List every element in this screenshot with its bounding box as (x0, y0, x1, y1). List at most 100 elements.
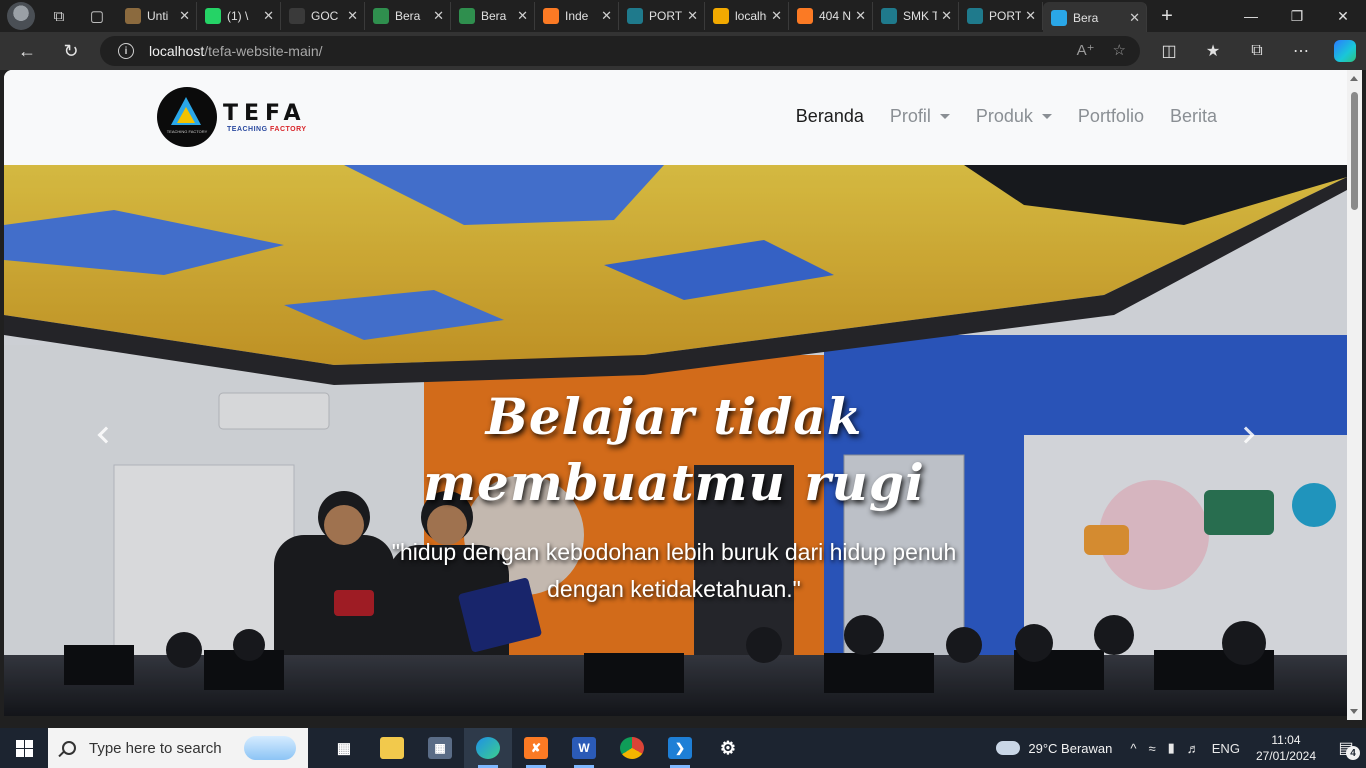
wifi-icon[interactable]: ≈ (1148, 741, 1155, 756)
settings-button[interactable]: ⚙ (704, 728, 752, 768)
url-host: localhost (149, 43, 205, 59)
tab-title: PORTFOL (989, 9, 1021, 23)
xampp-button[interactable]: ✘ (512, 728, 560, 768)
nav-produk-dropdown[interactable]: Produk (976, 106, 1052, 127)
back-button[interactable]: ← (10, 36, 44, 66)
favorite-star-icon[interactable]: ☆ (1113, 41, 1126, 59)
maximize-button[interactable]: ❐ (1274, 0, 1320, 32)
word-button[interactable]: W (560, 728, 608, 768)
profile-avatar[interactable] (7, 2, 35, 30)
browser-tab[interactable]: (1) \ ✕ (197, 2, 281, 30)
split-screen-icon[interactable]: ◫ (1152, 36, 1186, 66)
browser-tab[interactable]: PORTFOL ✕ (619, 2, 705, 30)
chevron-right-icon (1237, 426, 1255, 444)
language-indicator[interactable]: ENG (1212, 741, 1240, 756)
browser-tab[interactable]: Bera ✕ (1043, 2, 1147, 34)
minimize-button[interactable]: — (1228, 0, 1274, 32)
close-tab-icon[interactable]: ✕ (263, 8, 274, 24)
phpmyadmin-icon (713, 8, 729, 24)
close-tab-icon[interactable]: ✕ (179, 8, 190, 24)
volume-icon[interactable]: ♬ (1187, 741, 1200, 756)
window-controls: — ❐ ✕ (1228, 0, 1366, 32)
start-button[interactable] (0, 728, 48, 768)
nav-berita[interactable]: Berita (1170, 106, 1217, 127)
tefa-icon (1051, 10, 1067, 26)
vscode-button[interactable]: ❯ (656, 728, 704, 768)
clock[interactable]: 11:04 27/01/2024 (1256, 732, 1316, 764)
browser-tab[interactable]: 404 Not✕ (789, 2, 873, 30)
nav-portfolio[interactable]: Portfolio (1078, 106, 1144, 127)
close-tab-icon[interactable]: ✕ (855, 8, 866, 24)
close-tab-icon[interactable]: ✕ (941, 8, 952, 24)
folder-icon (380, 737, 404, 759)
xampp-icon: ✘ (524, 737, 548, 759)
nav-profil-dropdown[interactable]: Profil (890, 106, 950, 127)
close-tab-icon[interactable]: ✕ (601, 8, 612, 24)
close-tab-icon[interactable]: ✕ (347, 8, 358, 24)
tab-title: SMK TRI (903, 9, 937, 23)
browser-tab[interactable]: Bera ✕ (451, 2, 535, 30)
scrollbar-thumb[interactable] (1351, 92, 1358, 210)
hero-caption: Belajar tidak membuatmu rugi "hidup deng… (344, 384, 1004, 608)
browser-tab-strip: ⧉ ▢ Unti✕(1) \✕GOC✕Bera✕Bera✕Inde✕PORTFO… (0, 0, 1366, 34)
scroll-up-icon[interactable] (1350, 76, 1358, 81)
caret-down-icon (939, 114, 950, 119)
favorites-icon[interactable]: ★ (1196, 36, 1230, 66)
browser-tab[interactable]: Unti ✕ (117, 2, 197, 30)
taskbar-search[interactable]: Type here to search (48, 728, 308, 768)
site-info-icon[interactable]: i (118, 43, 134, 59)
close-tab-icon[interactable]: ✕ (1129, 10, 1140, 26)
tab-title: Bera (481, 9, 507, 23)
browser-tab[interactable]: GOC ✕ (281, 2, 365, 30)
task-view-button[interactable]: ▦ (320, 728, 368, 768)
taskbar-apps: ▦ ▦ ✘ W ❯ ⚙ (320, 728, 752, 768)
nav-beranda[interactable]: Beranda (796, 106, 864, 127)
chevron-left-icon (97, 426, 115, 444)
carousel-next-button[interactable] (1226, 415, 1266, 455)
battery-icon[interactable]: ▮ (1168, 740, 1175, 756)
close-tab-icon[interactable]: ✕ (517, 8, 528, 24)
tab-title: (1) \ (227, 9, 249, 23)
xampp-icon (543, 8, 559, 24)
file-explorer-button[interactable] (368, 728, 416, 768)
web-icon (967, 8, 983, 24)
close-tab-icon[interactable]: ✕ (687, 8, 698, 24)
close-window-button[interactable]: ✕ (1320, 0, 1366, 32)
address-bar[interactable]: i localhost/tefa-website-main/ A⁺ ☆ (100, 36, 1140, 66)
carousel-prev-button[interactable] (86, 415, 126, 455)
browser-tab[interactable]: Inde ✕ (535, 2, 619, 30)
collections-icon[interactable]: ⧉ (1240, 36, 1274, 66)
weather-text: 29°C Berawan (1028, 740, 1113, 756)
hero-quote: "hidup dengan kebodohan lebih buruk dari… (391, 539, 957, 602)
page-scrollbar[interactable] (1347, 70, 1362, 720)
browser-tab[interactable]: Bera ✕ (365, 2, 451, 30)
new-tab-button[interactable]: + (1151, 2, 1183, 30)
browser-toolbar: ← ↻ i localhost/tefa-website-main/ A⁺ ☆ … (0, 32, 1366, 70)
more-options-icon[interactable]: ⋯ (1284, 36, 1318, 66)
browser-tab[interactable]: SMK TRI ✕ (873, 2, 959, 30)
close-tab-icon[interactable]: ✕ (1025, 8, 1036, 24)
close-tab-icon[interactable]: ✕ (771, 8, 782, 24)
chevron-up-icon[interactable]: ^ (1130, 741, 1136, 756)
refresh-button[interactable]: ↻ (54, 36, 88, 66)
site-brand[interactable]: TEACHING FACTORY TEFA TEACHING FACTORY (157, 87, 307, 147)
calculator-button[interactable]: ▦ (416, 728, 464, 768)
url-text[interactable]: localhost/tefa-website-main/ (149, 43, 323, 59)
system-tray: 29°C Berawan ^ ≈ ▮ ♬ ENG 11:04 27/01/202… (996, 728, 1366, 768)
calculator-icon: ▦ (428, 737, 452, 759)
browser-tab[interactable]: localhost ✕ (705, 2, 789, 30)
tab-title: Bera (1073, 11, 1099, 25)
chrome-button[interactable] (608, 728, 656, 768)
copilot-icon[interactable] (1334, 40, 1356, 62)
scroll-down-icon[interactable] (1350, 709, 1358, 714)
notification-count: 4 (1346, 746, 1360, 760)
search-icon (62, 741, 76, 755)
edge-button[interactable] (464, 728, 512, 768)
weather-widget[interactable]: 29°C Berawan (996, 741, 1112, 756)
workspaces-icon[interactable]: ⧉ (45, 2, 73, 30)
close-tab-icon[interactable]: ✕ (433, 8, 444, 24)
tab-actions-icon[interactable]: ▢ (83, 2, 111, 30)
notification-center-button[interactable]: ▤ 4 (1326, 728, 1366, 768)
browser-tab[interactable]: PORTFOL ✕ (959, 2, 1043, 30)
read-aloud-icon[interactable]: A⁺ (1077, 41, 1095, 59)
